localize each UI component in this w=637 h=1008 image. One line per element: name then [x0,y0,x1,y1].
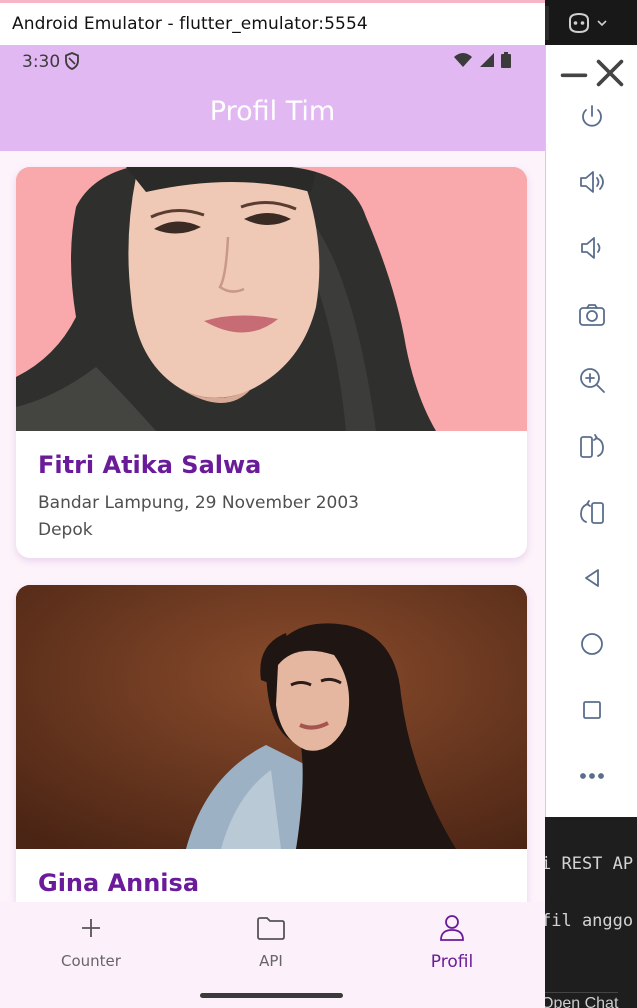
profile-photo [16,167,527,431]
desktop: Android Emulator - flutter_emulator:5554 [0,0,637,1008]
back-icon [585,569,599,587]
copilot-button[interactable] [566,10,616,36]
zoom-button[interactable] [572,360,612,400]
gesture-handle[interactable] [200,993,343,998]
more-icon [580,773,604,779]
nav-label: Profil [430,952,474,972]
nav-item-api[interactable]: API [211,912,331,970]
volume-up-icon [580,171,604,193]
plus-icon [82,919,100,937]
back-button[interactable] [572,558,612,598]
minimize-icon[interactable] [558,57,590,89]
camera-icon [579,304,605,326]
folder-icon [257,917,285,940]
ide-divider [545,6,549,40]
overview-icon [583,701,601,719]
profile-card[interactable]: Fitri Atika Salwa Bandar Lampung, 29 Nov… [16,167,527,558]
rotate-right-icon [580,500,604,524]
shield-icon [65,52,79,70]
profile-info: Fitri Atika Salwa Bandar Lampung, 29 Nov… [16,431,527,540]
volume-down-button[interactable] [572,228,612,268]
copilot-icon [569,12,589,34]
volume-up-button[interactable] [572,162,612,202]
profile-name: Gina Annisa [38,869,200,897]
screenshot-button[interactable] [572,295,612,335]
home-icon [581,633,603,655]
nav-item-profil[interactable]: Profil [392,912,512,972]
battery-icon [501,52,511,68]
profile-birth: Bandar Lampung, 29 November 2003 [38,493,359,513]
signal-icon [480,53,494,67]
status-time: 3:30 [22,52,61,72]
ide-text-line: fil anggo [545,911,634,931]
zoom-icon [580,368,605,393]
app-bar: Profil Tim [0,77,545,151]
person-icon [440,915,464,941]
page-title: Profil Tim [209,95,336,127]
status-bar: 3:30 [0,45,545,77]
volume-down-icon [581,237,601,259]
overview-button[interactable] [572,690,612,730]
open-chat-label[interactable]: Open Chat [545,992,619,1008]
close-icon[interactable] [594,57,626,89]
ide-text-line: i REST AP [545,854,634,874]
emulator-controls-panel [545,45,637,817]
wifi-icon [454,53,472,67]
rotate-left-icon [580,434,604,458]
profile-city: Depok [38,520,93,540]
power-button[interactable] [572,97,612,137]
nav-item-counter[interactable]: Counter [31,912,151,970]
nav-label: API [259,952,283,970]
more-button[interactable] [572,756,612,796]
chevron-down-icon [597,20,607,27]
profile-name: Fitri Atika Salwa [38,451,262,479]
home-button[interactable] [572,624,612,664]
power-icon [582,105,602,127]
window-title: Android Emulator - flutter_emulator:5554 [12,14,368,34]
rotate-left-button[interactable] [572,426,612,466]
profile-photo-image [16,167,527,431]
emulator-title-bar[interactable]: Android Emulator - flutter_emulator:5554 [0,0,545,45]
status-icons [453,52,511,68]
ide-editor-fragment: i REST AP fil anggo Open Chat [545,817,637,1008]
panel-window-controls [546,57,637,89]
rotate-right-button[interactable] [572,492,612,532]
profile-photo-image [16,585,527,849]
profile-info: Gina Annisa [16,849,527,897]
nav-label: Counter [61,952,121,970]
profile-photo [16,585,527,849]
phone-screen: 3:30 Profil Tim Fitri Atika Salwa Bandar… [0,45,545,1008]
